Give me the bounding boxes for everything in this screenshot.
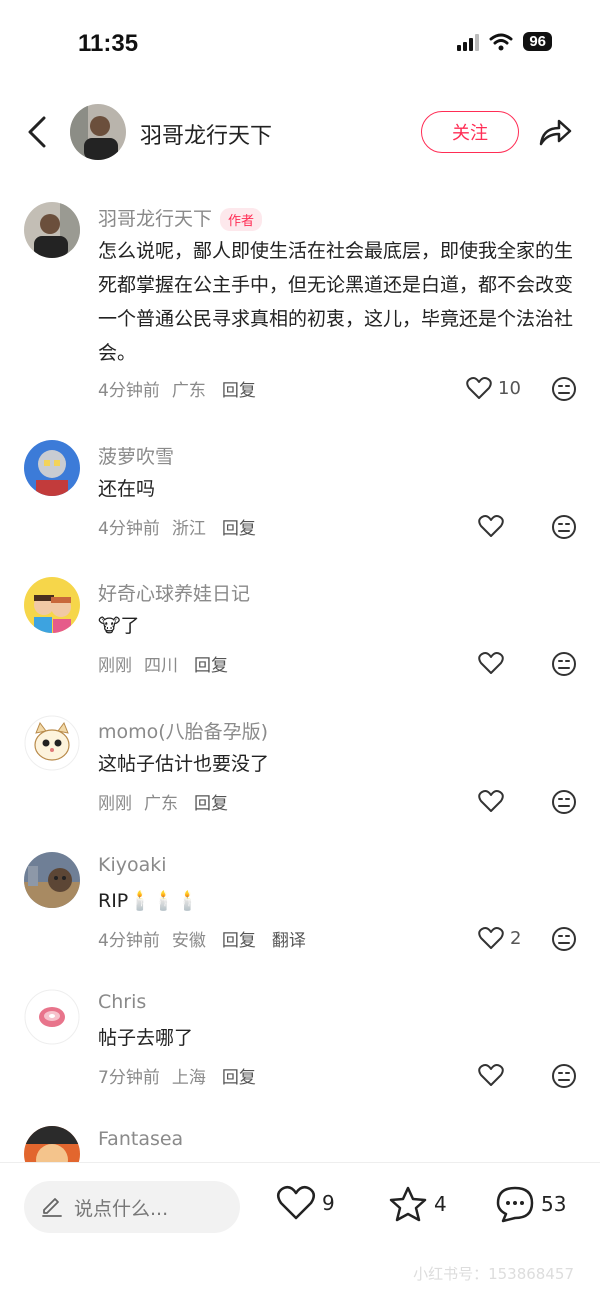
- bottom-bar: 说点什么... 9 4 53 小红书号：153868457: [0, 1162, 600, 1300]
- like-button[interactable]: 2: [478, 926, 521, 950]
- comment-meta: 7分钟前 上海 回复: [98, 1063, 268, 1088]
- comment-time: 刚刚: [98, 794, 132, 814]
- reply-button[interactable]: 回复: [222, 931, 256, 951]
- comment-location: 安徽: [171, 931, 206, 951]
- comment-time: 4分钟前: [98, 519, 160, 539]
- dislike-icon[interactable]: [551, 926, 577, 952]
- heart-icon: [478, 652, 504, 674]
- avatar[interactable]: [24, 440, 80, 496]
- reply-button[interactable]: 回复: [194, 656, 228, 676]
- comment-input[interactable]: 说点什么...: [24, 1181, 240, 1233]
- heart-icon: [478, 515, 504, 537]
- nav-title[interactable]: 羽哥龙行天下: [140, 118, 272, 150]
- comment-text: 还在吗: [98, 478, 156, 500]
- heart-icon: [478, 790, 504, 812]
- dislike-icon[interactable]: [551, 1063, 577, 1089]
- status-icons: 96: [457, 32, 552, 51]
- comment-meta: 刚刚 广东 回复: [98, 789, 240, 814]
- share-icon[interactable]: [537, 116, 573, 148]
- dislike-icon[interactable]: [551, 651, 577, 677]
- reply-button[interactable]: 回复: [222, 519, 256, 539]
- follow-button[interactable]: 关注: [421, 111, 519, 153]
- like-button[interactable]: 10: [466, 376, 521, 400]
- heart-icon: [478, 1064, 504, 1086]
- avatar[interactable]: [24, 202, 80, 258]
- comment-meta: 4分钟前 安徽 回复 翻译: [98, 926, 318, 951]
- dislike-icon[interactable]: [551, 376, 577, 402]
- commenter-name[interactable]: Fantasea: [98, 1128, 183, 1150]
- commenter-name[interactable]: momo(八胎备孕版): [98, 717, 268, 744]
- comment-text: RIP🕯️🕯️🕯️: [98, 890, 200, 912]
- nav-bar: 羽哥龙行天下 关注: [0, 96, 600, 168]
- reply-button[interactable]: 回复: [222, 1068, 256, 1088]
- status-bar: 11:35 96: [0, 0, 600, 90]
- comment-time: 4分钟前: [98, 381, 160, 401]
- comment-time: 4分钟前: [98, 931, 160, 951]
- dislike-icon[interactable]: [551, 514, 577, 540]
- comment-meta: 4分钟前 广东 回复: [98, 376, 268, 401]
- comment-location: 浙江: [171, 519, 206, 539]
- author-avatar[interactable]: [70, 104, 126, 160]
- like-button[interactable]: [478, 1063, 504, 1087]
- commenter-name[interactable]: Chris: [98, 991, 146, 1013]
- wifi-icon: [489, 33, 513, 50]
- commenter-name[interactable]: 好奇心球养娃日记: [98, 579, 250, 606]
- comments-button[interactable]: 53: [495, 1185, 566, 1223]
- pencil-icon: [42, 1198, 62, 1217]
- comment-text: 帖子去哪了: [98, 1027, 194, 1049]
- comment-time: 7分钟前: [98, 1068, 160, 1088]
- like-button[interactable]: [478, 514, 504, 538]
- commenter-name[interactable]: Kiyoaki: [98, 854, 167, 876]
- comment-meta: 4分钟前 浙江 回复: [98, 514, 268, 539]
- comment-location: 四川: [144, 656, 178, 676]
- watermark: 小红书号：153868457: [413, 1265, 574, 1283]
- status-time: 11:35: [78, 30, 139, 57]
- comment-time: 刚刚: [98, 656, 132, 676]
- comment-bubble-icon: [496, 1186, 534, 1223]
- avatar[interactable]: [24, 577, 80, 633]
- like-button[interactable]: [478, 789, 504, 813]
- comment-text: 🐮了: [98, 615, 140, 637]
- commenter-name[interactable]: 菠萝吹雪: [98, 442, 174, 469]
- reply-button[interactable]: 回复: [194, 794, 228, 814]
- star-icon: [389, 1186, 427, 1222]
- like-count: 2: [510, 927, 522, 949]
- author-badge: 作者: [220, 208, 263, 231]
- back-icon[interactable]: [22, 114, 54, 150]
- comment-text: 怎么说呢，鄙人即使生活在社会最底层，即使我全家的生死都掌握在公主手中，但无论黑道…: [98, 240, 574, 364]
- translate-button[interactable]: 翻译: [272, 931, 306, 951]
- heart-icon: [277, 1185, 315, 1220]
- battery-icon: 96: [523, 32, 552, 51]
- reply-button[interactable]: 回复: [222, 381, 256, 401]
- avatar[interactable]: [24, 715, 80, 771]
- like-count: 10: [498, 377, 521, 399]
- comment-input-placeholder: 说点什么...: [74, 1197, 169, 1220]
- favorite-count: 4: [434, 1192, 447, 1216]
- signal-icon: [457, 33, 480, 51]
- comment-text: 这帖子估计也要没了: [98, 753, 270, 775]
- avatar[interactable]: [24, 852, 80, 908]
- comment-location: 广东: [144, 794, 178, 814]
- comment-location: 上海: [171, 1068, 206, 1088]
- heart-icon: [478, 927, 504, 949]
- comment-count: 53: [541, 1192, 567, 1216]
- favorite-button[interactable]: 4: [388, 1185, 447, 1223]
- like-post-button[interactable]: 9: [276, 1185, 335, 1221]
- avatar[interactable]: [24, 989, 80, 1045]
- comment-location: 广东: [171, 381, 206, 401]
- post-like-count: 9: [322, 1191, 335, 1215]
- commenter-name[interactable]: 羽哥龙行天下 作者: [98, 204, 263, 231]
- like-button[interactable]: [478, 651, 504, 675]
- heart-icon: [466, 377, 492, 399]
- dislike-icon[interactable]: [551, 789, 577, 815]
- comment-meta: 刚刚 四川 回复: [98, 651, 240, 676]
